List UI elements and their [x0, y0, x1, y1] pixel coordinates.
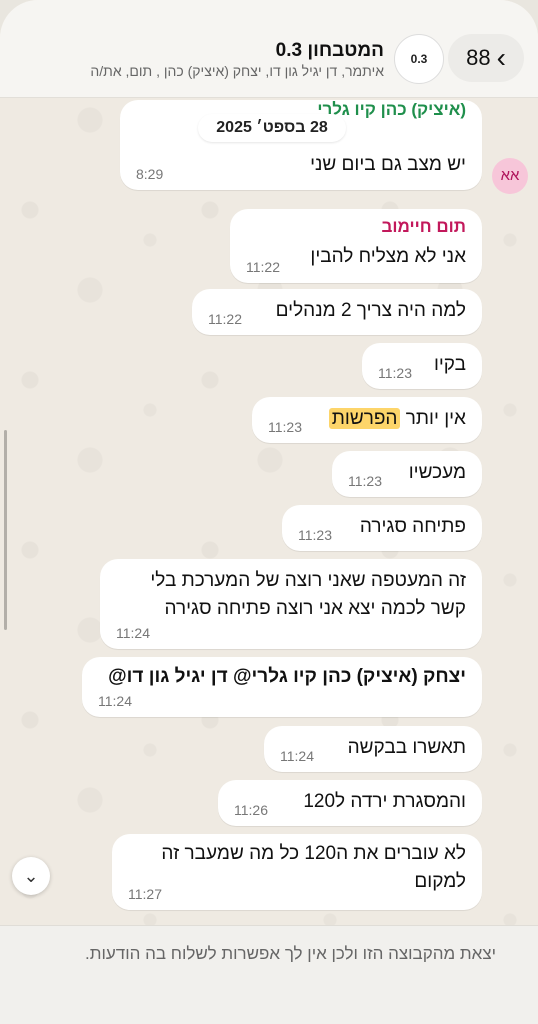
footer-notice: יצאת מהקבוצה הזו ולכן אין לך אפשרות לשלו… — [0, 925, 538, 1024]
chat-header: 88 ‹ 0.3 המטבחון 0.3 איתמר, דן יגיל גון … — [0, 0, 538, 98]
message-time: 11:26 — [234, 802, 268, 818]
message-text: למה היה צריך 2 מנהלים — [275, 300, 466, 321]
message-bubble[interactable]: תום חיימוב אני לא מצליח להבין 11:22 — [230, 209, 482, 283]
message-sender: תום חיימוב — [381, 217, 466, 236]
sender-avatar[interactable]: אא — [492, 158, 528, 194]
message-time: 11:27 — [128, 886, 162, 902]
message-time: 11:24 — [280, 748, 314, 764]
message-text: והמסגרת ירדה ל120 — [303, 791, 466, 812]
message-time: 11:23 — [268, 419, 302, 435]
message-time: 11:24 — [98, 693, 132, 709]
message-text: פתיחה סגירה — [359, 516, 466, 537]
mention-at: @ — [233, 666, 252, 687]
scrollbar[interactable] — [4, 430, 7, 630]
message-time: 11:22 — [208, 311, 242, 327]
mention[interactable]: דן יגיל גון דו@ — [108, 666, 228, 687]
mention[interactable]: יצחק (איציק) כהן קיו גלרי — [252, 666, 466, 687]
message-bubble[interactable]: לא עוברים את ה120 כל מה שמעבר זה למקום 1… — [112, 834, 482, 910]
message-text-part: אין יותר — [400, 408, 466, 429]
highlighted-word: הפרשות — [328, 408, 401, 429]
message-text: אני לא מצליח להבין — [310, 246, 466, 267]
message-bubble[interactable]: למה היה צריך 2 מנהלים 11:22 — [192, 289, 482, 335]
date-chip: 28 בספט׳ 2025 — [198, 114, 346, 142]
message-time: 11:24 — [116, 625, 150, 641]
message-text: תאשרו בבקשה — [347, 737, 466, 758]
message-text: זה המעטפה שאני רוצה של המערכת בלי קשר לכ… — [150, 570, 466, 619]
group-members[interactable]: איתמר, דן יגיל גון דו, יצחק (איציק) כהן … — [14, 63, 384, 79]
message-text: בקיו — [433, 354, 466, 375]
message-bubble[interactable]: זה המעטפה שאני רוצה של המערכת בלי קשר לכ… — [100, 559, 482, 649]
message-time: 11:23 — [298, 527, 332, 543]
chevron-left-icon: ‹ — [496, 42, 506, 73]
message-time: 11:23 — [348, 473, 382, 489]
group-avatar-label: 0.3 — [410, 52, 428, 66]
message-text: לא עוברים את ה120 כל מה שמעבר זה למקום — [161, 843, 466, 892]
message-bubble[interactable]: פתיחה סגירה 11:23 — [282, 505, 482, 551]
unread-count: 88 — [466, 45, 491, 70]
message-bubble[interactable]: אין יותר הפרשות 11:23 — [252, 397, 482, 443]
message-bubble[interactable]: יצחק (איציק) כהן קיו גלרי@ דן יגיל גון ד… — [82, 657, 482, 717]
message-time: 8:29 — [136, 166, 164, 182]
message-time: 11:23 — [378, 365, 412, 381]
message-text: יצחק (איציק) כהן קיו גלרי@ דן יגיל גון ד… — [108, 663, 466, 691]
scroll-down-button[interactable]: ⌄ — [12, 857, 50, 895]
message-text: יש מצב גם ביום שני — [310, 154, 466, 175]
group-title[interactable]: המטבחון 0.3 — [276, 40, 384, 62]
message-text: אין יותר הפרשות — [328, 405, 466, 433]
chat-screen: 88 ‹ 0.3 המטבחון 0.3 איתמר, דן יגיל גון … — [0, 0, 538, 1024]
left-group-notice: יצאת מהקבוצה הזו ולכן אין לך אפשרות לשלו… — [85, 944, 496, 963]
message-time: 11:22 — [246, 259, 280, 275]
message-text: מעכשיו — [408, 462, 466, 483]
back-button[interactable]: 88 ‹ — [448, 34, 524, 82]
message-bubble[interactable]: מעכשיו 11:23 — [332, 451, 482, 497]
group-avatar[interactable]: 0.3 — [394, 34, 444, 84]
message-bubble[interactable]: בקיו 11:23 — [362, 343, 482, 389]
chevron-down-icon: ⌄ — [23, 866, 39, 886]
message-bubble[interactable]: והמסגרת ירדה ל120 11:26 — [218, 780, 482, 826]
message-bubble[interactable]: תאשרו בבקשה 11:24 — [264, 726, 482, 772]
